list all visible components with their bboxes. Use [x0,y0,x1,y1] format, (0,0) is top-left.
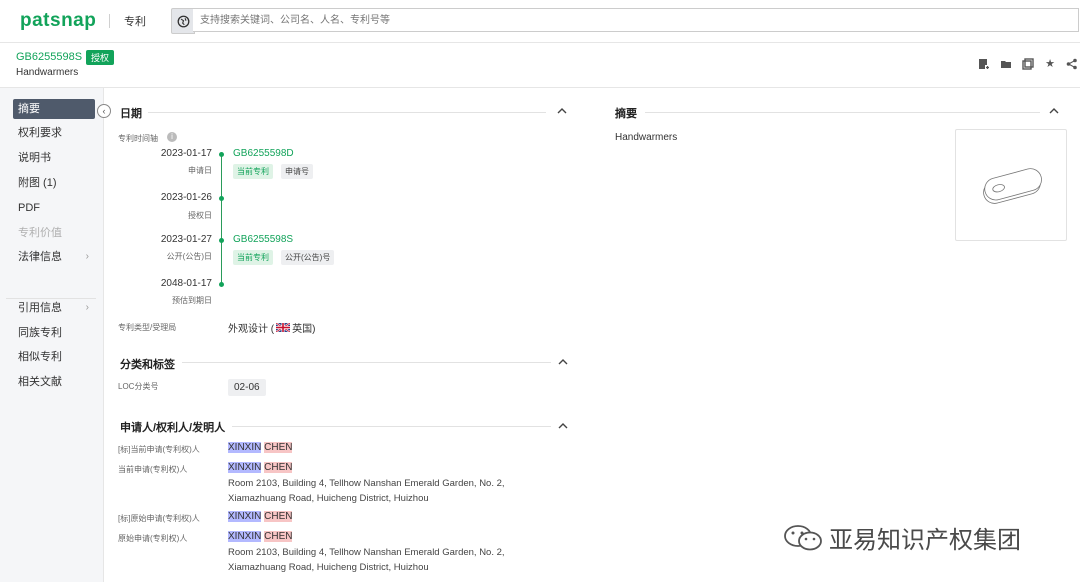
publication-number-tag: 公开(公告)号 [281,250,335,265]
chevron-up-icon[interactable] [1049,106,1059,116]
event-date: 2023-01-26 [160,192,212,203]
watermark: 亚易知识产权集团 [783,520,1021,555]
timeline-label: 专利时间轴 [118,134,158,143]
sidebar-item-citations[interactable]: 引用信息 › [13,298,95,318]
chevron-up-icon[interactable] [558,421,568,431]
event-label: 授权日 [188,211,212,220]
patent-type-value: 外观设计 ( 英国) [228,323,316,335]
applicant-name[interactable]: XINXIN CHEN [228,531,293,542]
timeline-line [221,154,222,285]
applicant-label: 原始申请(专利权)人 [118,534,188,543]
globe-icon [177,15,189,27]
publication-number-link[interactable]: GB6255598S [233,234,293,245]
section-title-classification: 分类和标签 [120,359,175,371]
sidebar-item-claims[interactable]: 权利要求 [13,123,95,143]
info-icon[interactable]: i [167,132,177,142]
chevron-left-icon: ‹ [102,106,106,116]
top-bar: patsnap 专利 [0,0,1080,43]
sidebar-item-related-docs[interactable]: 相关文献 [13,372,95,392]
applicant-label: [标]当前申请(专利权)人 [118,445,200,454]
sidebar-item-description[interactable]: 说明书 [13,148,95,168]
chevron-up-icon[interactable] [557,106,567,116]
applicant-name[interactable]: XINXIN CHEN [228,442,293,453]
loc-value[interactable]: 02-06 [228,379,266,396]
sidebar-item-drawings[interactable]: 附图 (1) [13,173,95,193]
sidebar-item-legal-info[interactable]: 法律信息 › [13,247,95,267]
share-icon[interactable] [1066,58,1078,70]
patent-type-label: 专利类型/受理局 [118,323,177,332]
event-label: 预估到期日 [172,296,212,305]
export-icon[interactable] [978,58,990,70]
header-toolbar: ★ [978,58,1078,70]
timeline-dot [219,282,224,287]
star-icon[interactable]: ★ [1044,58,1056,70]
patent-number[interactable]: GB6255598S [16,51,82,63]
section-divider [182,362,551,363]
sidebar-item-similar[interactable]: 相似专利 [13,347,95,367]
event-date: 2023-01-17 [160,148,212,159]
sidebar: 摘要 权利要求 说明书 附图 (1) PDF 专利价值 法律信息 › 引用信息 › … [0,88,104,582]
current-patent-tag: 当前专利 [233,250,273,265]
chevron-right-icon: › [85,302,89,313]
loc-label: LOC分类号 [118,382,159,391]
wechat-icon [784,524,822,550]
section-divider [148,112,546,113]
applicant-name[interactable]: XINXIN CHEN [228,462,293,473]
status-badge: 授权 [86,50,115,65]
compare-icon[interactable] [1022,58,1034,70]
current-patent-tag: 当前专利 [233,164,273,179]
applicant-label: 当前申请(专利权)人 [118,465,188,474]
patsnap-logo[interactable]: patsnap [20,10,96,32]
folder-icon[interactable] [1000,58,1012,70]
abstract-text: Handwarmers [615,132,678,143]
sidebar-item-patent-value: 专利价值 [18,227,62,239]
event-label: 公开(公告)日 [166,252,212,261]
divider [109,14,110,28]
search-scope-button[interactable] [171,8,195,34]
section-divider [645,112,1040,113]
chevron-right-icon: › [85,251,89,262]
section-title-abstract: 摘要 [615,108,637,120]
uk-flag-icon [276,323,291,332]
event-label: 申请日 [188,166,212,175]
applicant-address: Room 2103, Building 4, Tellhow Nanshan E… [228,478,505,504]
applicant-name[interactable]: XINXIN CHEN [228,511,293,522]
event-date: 2048-01-17 [160,278,212,289]
sidebar-item-family[interactable]: 同族专利 [13,323,95,343]
patent-title: Handwarmers [16,67,79,78]
drawing-thumbnail[interactable] [955,129,1067,241]
event-date: 2023-01-27 [160,234,212,245]
collapse-sidebar-button[interactable]: ‹ [97,104,111,118]
chevron-up-icon[interactable] [558,357,568,367]
sidebar-item-pdf[interactable]: PDF [13,198,95,218]
section-title-dates: 日期 [120,108,142,120]
applicant-address: Room 2103, Building 4, Tellhow Nanshan E… [228,547,505,573]
timeline-dot [219,152,224,157]
applicant-label: [标]原始申请(专利权)人 [118,514,200,523]
search-input[interactable] [193,8,1079,32]
timeline-dot [219,238,224,243]
application-number-tag: 申请号 [281,164,313,179]
sidebar-item-abstract[interactable]: 摘要 [13,99,95,119]
section-title-applicants: 申请人/权利人/发明人 [120,422,226,434]
section-divider [232,426,551,427]
application-number-link[interactable]: GB6255598D [233,148,294,159]
module-label[interactable]: 专利 [124,13,146,29]
patent-header: GB6255598S 授权 Handwarmers ★ [0,43,1080,88]
handwarmer-drawing [983,168,1042,204]
timeline-dot [219,196,224,201]
